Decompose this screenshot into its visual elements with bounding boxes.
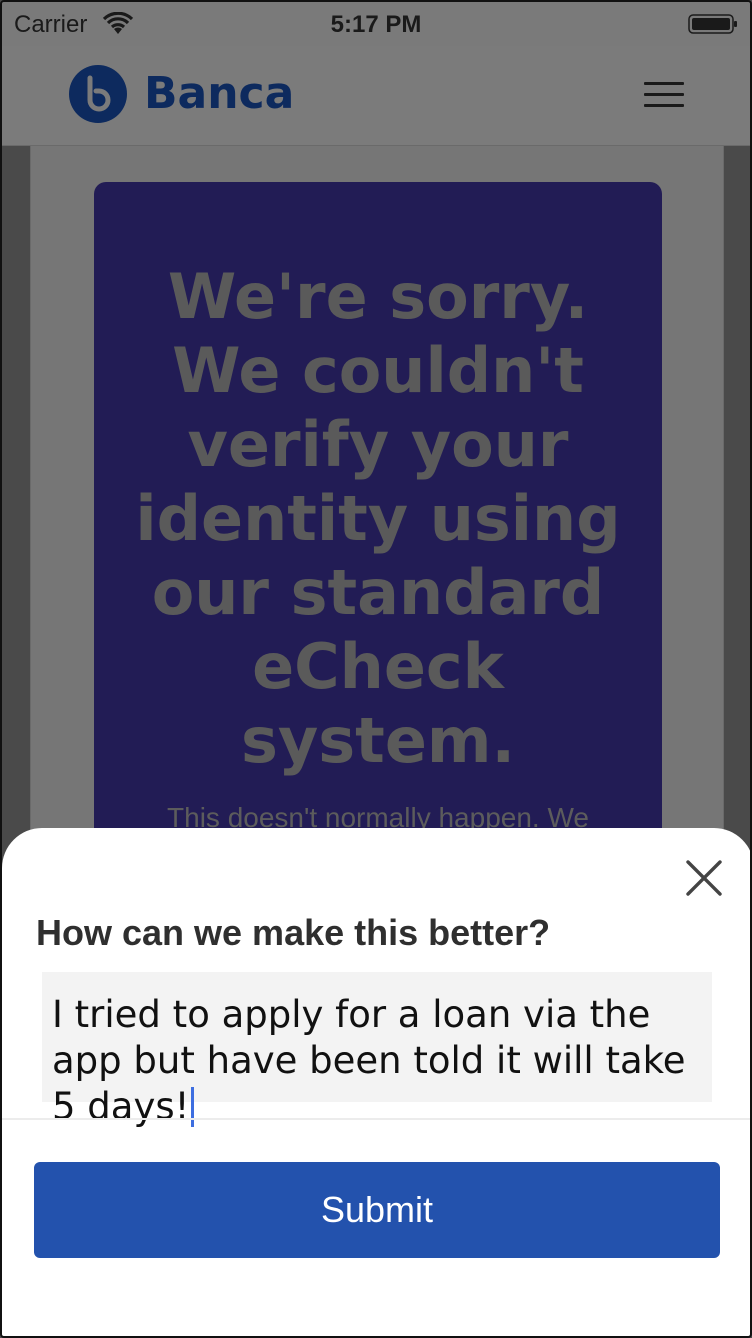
status-time: 5:17 PM [330,11,422,38]
status-bar: Carrier 5:17 PM [2,2,750,46]
banca-logo-icon[interactable] [68,64,128,124]
feedback-heading: How can we make this better? [36,912,551,953]
close-icon[interactable] [684,858,724,898]
submit-button[interactable]: Submit [34,1162,720,1258]
battery-icon [688,14,737,34]
brand-name: Banca [144,68,295,119]
hero-title: We're sorry. We couldn't verify your ide… [135,260,621,777]
app-header: Banca [2,46,750,146]
app-screen: Carrier 5:17 PM Banca We're sorry. We co… [0,0,752,1338]
hamburger-menu-icon[interactable] [644,82,684,108]
sheet-divider [2,1118,750,1120]
text-caret [191,1087,195,1127]
feedback-textarea[interactable]: I tried to apply for a loan via the app … [42,972,712,1128]
feedback-sheet: How can we make this better? I tried to … [2,828,750,1336]
feedback-text: I tried to apply for a loan via the app … [52,993,686,1128]
